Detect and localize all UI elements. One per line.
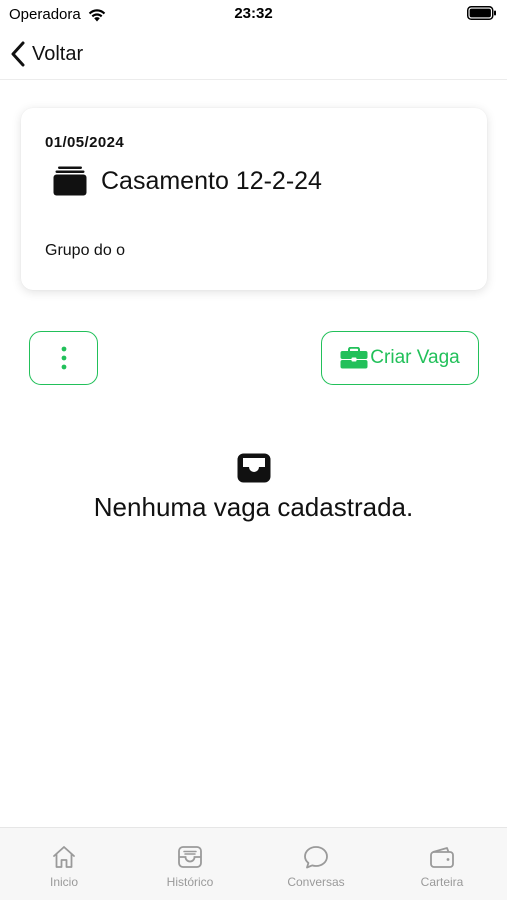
event-title: Casamento 12-2-24 [101,166,322,195]
create-job-label: Criar Vaga [370,347,460,368]
more-options-button[interactable] [29,331,98,385]
tab-label: Histórico [166,875,214,889]
status-time: 23:32 [234,5,273,22]
screen: Operadora 23:32 Voltar 01/05/2024 Casame… [0,0,507,900]
chat-bubble-icon [304,846,328,869]
event-card: 01/05/2024 Casamento 12-2-24 Grupo do o [21,108,487,290]
tab-carteira[interactable]: Carteira [379,828,505,900]
tab-label: Conversas [287,875,345,889]
event-title-row: Casamento 12-2-24 [53,166,322,196]
back-button[interactable]: Voltar [10,38,83,70]
status-bar: Operadora 23:32 [0,0,507,30]
inbox-icon [237,453,271,483]
nav-bar: Voltar [0,30,507,80]
tab-bar: Inicio Histórico Conversas Carteira [0,827,507,900]
back-label: Voltar [32,42,84,65]
tab-conversas[interactable]: Conversas [253,828,379,900]
vertical-dots-icon [61,346,66,370]
tab-inicio[interactable]: Inicio [1,828,127,900]
empty-state-message: Nenhuma vaga cadastrada. [93,492,414,522]
history-inbox-icon [178,846,202,868]
stack-icon [53,166,87,196]
home-icon [53,846,75,868]
briefcase-icon [340,347,368,369]
event-date: 01/05/2024 [45,134,125,151]
wallet-icon [430,847,454,868]
create-job-button[interactable]: Criar Vaga [321,331,479,385]
tab-label: Carteira [420,875,464,889]
chevron-left-icon [11,41,25,67]
tab-historico[interactable]: Histórico [127,828,253,900]
tab-label: Inicio [49,875,78,889]
event-group: Grupo do o [45,242,126,259]
battery-icon [467,6,496,20]
